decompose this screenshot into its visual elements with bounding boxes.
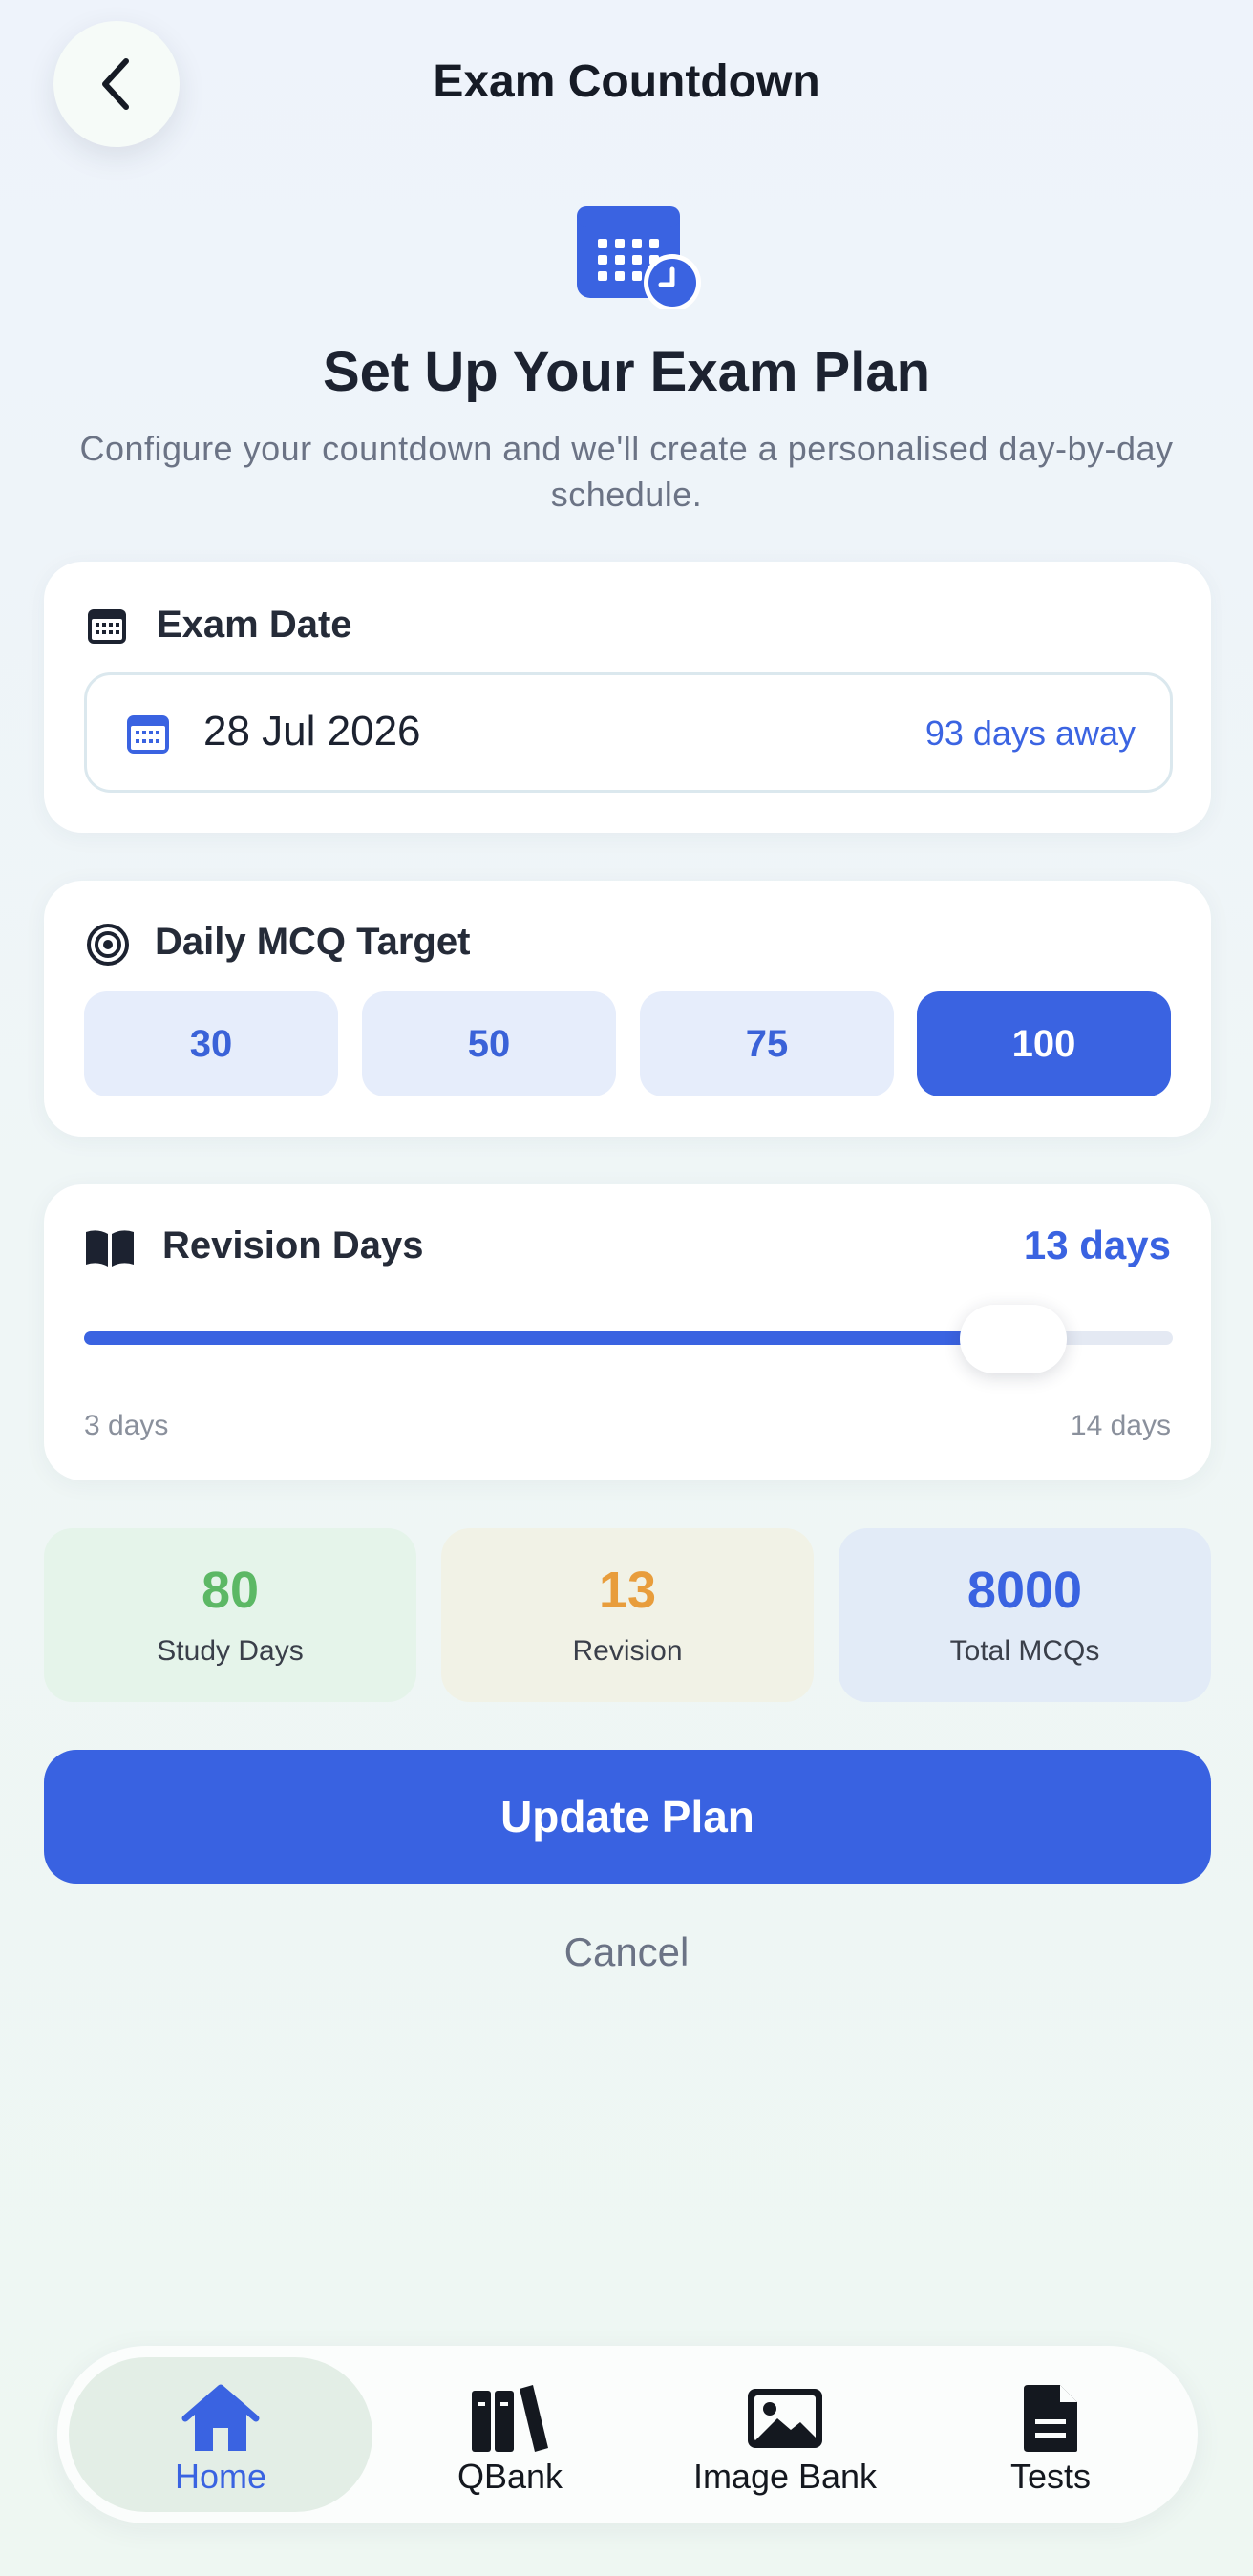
stat-revision: 13 Revision: [441, 1528, 814, 1702]
tab-qbank[interactable]: QBank: [411, 2357, 609, 2512]
revision-days-label: Revision Days: [162, 1224, 424, 1267]
calendar-icon: [127, 715, 169, 754]
document-icon: [1024, 2385, 1077, 2452]
target-option-75[interactable]: 75: [640, 991, 894, 1096]
target-icon: [87, 924, 129, 966]
slider-max-label: 14 days: [1070, 1410, 1171, 1441]
update-plan-button[interactable]: Update Plan: [44, 1750, 1211, 1884]
stat-study-days: 80 Study Days: [44, 1528, 416, 1702]
daily-target-card: Daily MCQ Target 30 50 75 100: [44, 881, 1211, 1137]
target-option-100[interactable]: 100: [917, 991, 1171, 1096]
revision-days-card: Revision Days 13 days 3 days 14 days: [44, 1184, 1211, 1480]
tab-label: Home: [174, 2457, 267, 2496]
revision-days-value: 13 days: [1023, 1223, 1171, 1267]
exam-date-label: Exam Date: [157, 604, 352, 646]
calendar-icon: [88, 609, 126, 644]
stat-total-mcqs: 8000 Total MCQs: [839, 1528, 1211, 1702]
days-away-text: 93 days away: [924, 713, 1136, 753]
home-icon: [181, 2384, 260, 2451]
page-title: Exam Countdown: [433, 56, 820, 107]
cancel-button[interactable]: Cancel: [0, 1929, 1253, 1975]
tab-home[interactable]: Home: [69, 2357, 372, 2512]
target-option-30[interactable]: 30: [84, 991, 338, 1096]
tab-image-bank[interactable]: Image Bank: [642, 2357, 928, 2512]
exam-date-field[interactable]: 28 Jul 2026 93 days away: [84, 672, 1173, 793]
calendar-clock-icon: [577, 206, 701, 309]
tab-tests[interactable]: Tests: [965, 2357, 1136, 2512]
stat-value: 80: [201, 1562, 260, 1619]
image-icon: [748, 2389, 822, 2448]
stat-label: Study Days: [157, 1635, 304, 1667]
tab-label: Image Bank: [692, 2457, 878, 2496]
books-icon: [472, 2385, 548, 2452]
stat-value: 13: [598, 1562, 657, 1619]
revision-slider-fill: [84, 1331, 975, 1345]
stat-label: Revision: [572, 1635, 683, 1667]
exam-date-value: 28 Jul 2026: [203, 708, 421, 755]
stat-value: 8000: [966, 1562, 1083, 1619]
daily-target-label: Daily MCQ Target: [155, 921, 471, 963]
slider-min-label: 3 days: [84, 1410, 169, 1441]
tab-label: Tests: [1009, 2457, 1092, 2496]
target-option-50[interactable]: 50: [362, 991, 616, 1096]
exam-date-card: Exam Date 28 Jul 2026 93 days away: [44, 562, 1211, 833]
setup-subtitle: Configure your countdown and we'll creat…: [79, 429, 1174, 514]
setup-title: Set Up Your Exam Plan: [322, 341, 931, 403]
tab-label: QBank: [457, 2457, 563, 2496]
revision-slider-thumb[interactable]: [960, 1305, 1067, 1373]
bottom-tab-bar: Home QBank Image Bank Tests: [57, 2346, 1198, 2523]
stat-label: Total MCQs: [949, 1635, 1100, 1667]
book-open-icon: [86, 1230, 134, 1267]
